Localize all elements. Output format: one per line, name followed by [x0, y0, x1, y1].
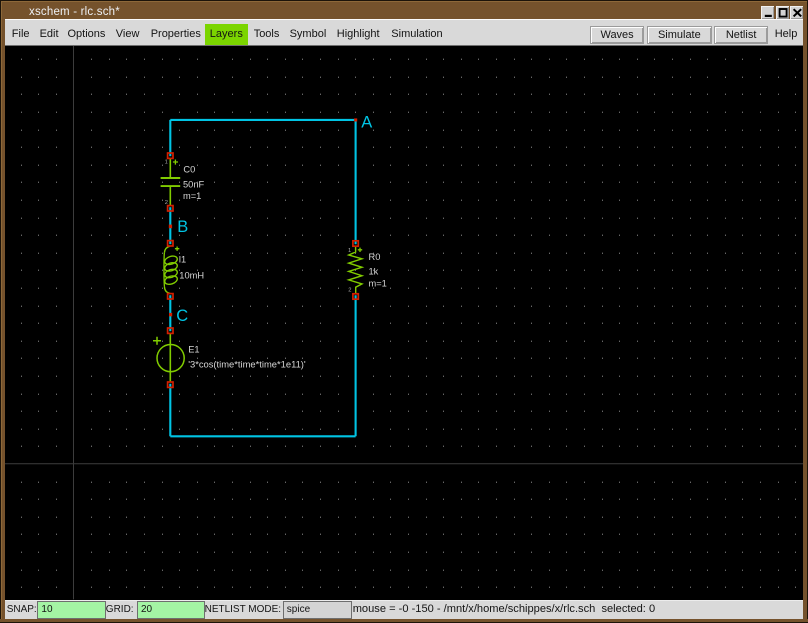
svg-text:'3*cos(time*time*time*1e11)': '3*cos(time*time*time*1e11)' — [188, 359, 306, 370]
svg-text:10mH: 10mH — [179, 271, 204, 281]
svg-text:C: C — [176, 307, 188, 325]
svg-text:B: B — [177, 218, 188, 236]
svg-text:1k: 1k — [369, 267, 379, 277]
svg-text:2: 2 — [165, 200, 168, 206]
svg-text:1: 1 — [165, 160, 168, 166]
svg-text:m=1: m=1 — [183, 191, 201, 201]
svg-text:l1: l1 — [179, 255, 186, 265]
svg-text:50nF: 50nF — [183, 180, 204, 190]
svg-text:C0: C0 — [183, 165, 195, 175]
svg-text:E1: E1 — [188, 345, 199, 355]
svg-text:1: 1 — [348, 248, 351, 254]
svg-text:A: A — [361, 114, 372, 132]
svg-text:R0: R0 — [369, 252, 381, 262]
svg-text:2: 2 — [348, 288, 351, 294]
svg-text:m=1: m=1 — [369, 279, 387, 289]
